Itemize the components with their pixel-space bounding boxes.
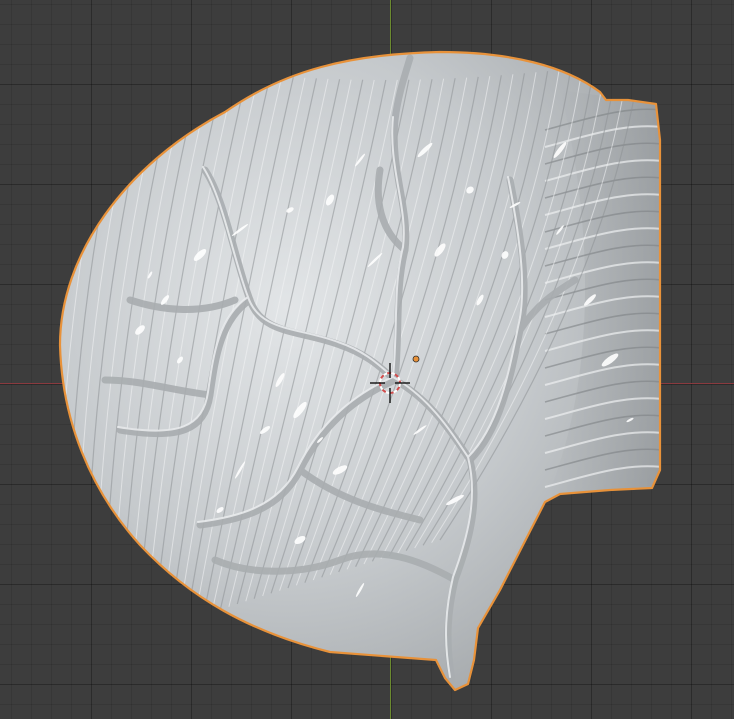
object-origin-dot[interactable]: [412, 355, 420, 363]
3d-viewport[interactable]: [0, 0, 734, 719]
viewport-scene: [58, 50, 662, 692]
sculpted-mesh[interactable]: [58, 50, 662, 692]
